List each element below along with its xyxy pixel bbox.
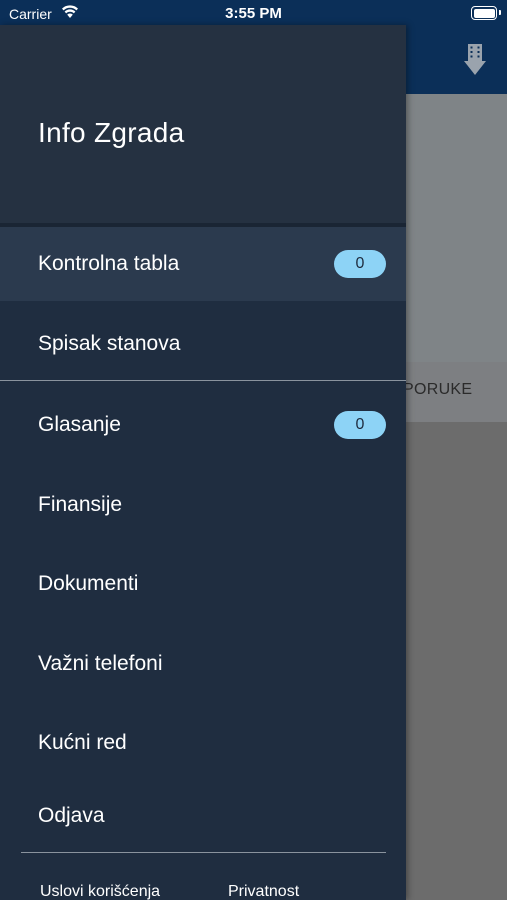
section-divider (0, 380, 406, 381)
menu-item-label: Važni telefoni (38, 652, 163, 675)
menu-item-label: Kontrolna tabla (38, 252, 180, 275)
menu-item-glasanje[interactable]: Glasanje 0 (0, 388, 406, 462)
drawer-title: Info Zgrada (38, 117, 185, 148)
count-badge: 0 (334, 411, 386, 439)
building-download-icon[interactable] (462, 44, 488, 76)
privacy-link[interactable]: Privatnost (228, 883, 299, 900)
menu-item-label: Finansije (38, 493, 123, 516)
menu-item-label: Spisak stanova (38, 332, 181, 355)
menu-item-label: Kućni red (38, 731, 127, 754)
status-time: 3:55 PM (225, 5, 282, 22)
menu-item-vazni-telefoni[interactable]: Važni telefoni (0, 627, 406, 701)
menu-item-finansije[interactable]: Finansije (0, 468, 406, 542)
menu-item-kontrolna-tabla[interactable]: Kontrolna tabla 0 (0, 227, 406, 301)
menu-item-label: Glasanje (38, 413, 121, 436)
count-badge: 0 (334, 250, 386, 278)
tab-poruke: PORUKE (403, 381, 473, 398)
navigation-drawer: Info Zgrada Kontrolna tabla 0 Spisak sta… (0, 25, 406, 900)
menu-item-odjava[interactable]: Odjava (0, 779, 406, 853)
menu-item-kucni-red[interactable]: Kućni red (0, 706, 406, 780)
drawer-header: Info Zgrada (0, 25, 406, 223)
menu-item-spisak-stanova[interactable]: Spisak stanova (0, 307, 406, 381)
battery-icon (471, 6, 501, 20)
menu-item-dokumenti[interactable]: Dokumenti (0, 547, 406, 621)
menu-item-label: Dokumenti (38, 572, 139, 595)
menu-item-label: Odjava (38, 804, 105, 827)
terms-link[interactable]: Uslovi korišćenja (40, 883, 160, 900)
footer-divider (21, 852, 386, 853)
status-bar: Carrier 3:55 PM (0, 0, 507, 26)
